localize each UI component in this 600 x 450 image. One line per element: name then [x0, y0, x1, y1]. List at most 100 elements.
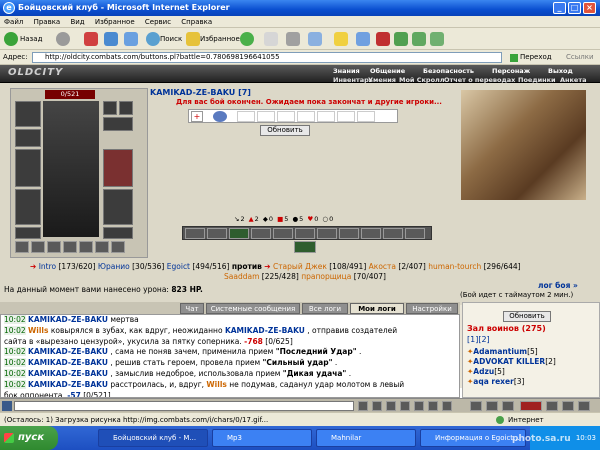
nav-security[interactable]: Безопасность [423, 67, 474, 75]
skill-icon[interactable] [251, 228, 271, 239]
send-icon[interactable] [358, 401, 368, 411]
active-skill-icon[interactable] [294, 241, 316, 253]
empty-slot[interactable] [277, 111, 295, 122]
skill-icon[interactable] [383, 228, 403, 239]
menu-favorites[interactable]: Избранное [95, 18, 135, 26]
legs-slot[interactable] [103, 189, 133, 225]
item-slot[interactable] [31, 241, 45, 253]
item-slot[interactable] [63, 241, 77, 253]
player-name[interactable]: Wills [28, 326, 48, 335]
task-browser[interactable]: Бойцовский клуб - M... [98, 429, 208, 447]
search-icon[interactable] [146, 32, 160, 46]
team2-player-5[interactable]: прапорщица [301, 272, 351, 281]
boots-slot[interactable] [103, 227, 133, 239]
player-name[interactable]: Wills [206, 380, 226, 389]
shield-slot[interactable] [103, 149, 133, 187]
menu-icon[interactable] [546, 401, 558, 411]
maximize-icon[interactable]: □ [568, 2, 581, 14]
skill-icon[interactable] [317, 228, 337, 239]
skill-icon[interactable] [229, 228, 249, 239]
add-icon[interactable]: + [191, 111, 203, 122]
favorites-button[interactable]: Избранное [200, 31, 240, 47]
belt-slot[interactable] [15, 227, 41, 239]
skill-icon[interactable] [273, 228, 293, 239]
list-item[interactable]: ✦ADVOKAT KILLER[2] [467, 357, 556, 367]
messenger-icon[interactable] [334, 32, 348, 46]
menu-icon[interactable] [470, 401, 482, 411]
helmet-slot[interactable] [15, 101, 41, 127]
links-button[interactable]: Ссылки [566, 50, 594, 65]
hall-pages[interactable]: [1][2] [467, 335, 490, 344]
go-arrow-icon[interactable] [510, 54, 518, 62]
address-input[interactable]: http://oldcity.combats.com/buttons.pl?ba… [32, 52, 502, 63]
skill-icon[interactable] [207, 228, 227, 239]
magic-icon[interactable] [213, 111, 227, 122]
team2-player-4[interactable]: Saaddam [224, 272, 259, 281]
menu-icon[interactable] [502, 401, 514, 411]
item-slot[interactable] [111, 241, 125, 253]
skill-icon[interactable] [185, 228, 205, 239]
team2-player-3[interactable]: human-tourch [428, 262, 481, 271]
nav-social[interactable]: Общение [370, 67, 405, 75]
player-name[interactable]: KAMIKAD-ZE-BAKU [28, 315, 108, 324]
ring-slot-1[interactable] [103, 101, 117, 115]
empty-slot[interactable] [357, 111, 375, 122]
amulet-slot[interactable] [15, 129, 41, 147]
empty-slot[interactable] [237, 111, 255, 122]
start-button[interactable]: пуск [0, 426, 58, 450]
smiles-icon[interactable] [400, 401, 410, 411]
menu-icon[interactable] [578, 401, 590, 411]
back-arrow-icon[interactable] [4, 32, 18, 46]
player-name[interactable]: KAMIKAD-ZE-BAKU [28, 347, 108, 356]
nav-character[interactable]: Персонаж [492, 67, 530, 75]
stop-icon[interactable] [84, 32, 98, 46]
item-slot[interactable] [47, 241, 61, 253]
weapon-slot[interactable] [15, 149, 41, 187]
task-info[interactable]: Информация о Egoict... [420, 429, 526, 447]
list-item[interactable]: ✦Adamantium[5] [467, 347, 556, 357]
player-name[interactable]: KAMIKAD-ZE-BAKU [28, 380, 108, 389]
forward-arrow-icon[interactable] [56, 32, 70, 46]
menu-help[interactable]: Справка [181, 18, 212, 26]
home-icon[interactable] [124, 32, 138, 46]
clear-icon[interactable] [372, 401, 382, 411]
refresh-icon[interactable] [104, 32, 118, 46]
menu-icon[interactable] [486, 401, 498, 411]
menu-view[interactable]: Вид [70, 18, 84, 26]
char-name[interactable]: KAMIKAD-ZE-BAKU [150, 88, 235, 97]
flower-icon[interactable] [412, 32, 426, 46]
team1-player-3[interactable]: Egoict [167, 262, 190, 271]
armor-slot[interactable] [15, 189, 41, 225]
battle-log-link[interactable]: лог боя » [538, 281, 578, 290]
translit-icon[interactable] [414, 401, 424, 411]
list-item[interactable]: ✦Adzu[5] [467, 367, 556, 377]
empty-slot[interactable] [297, 111, 315, 122]
item-slot[interactable] [95, 241, 109, 253]
menu-file[interactable]: Файл [4, 18, 23, 26]
refresh-list-button[interactable]: Обновить [503, 311, 551, 322]
chat-icon[interactable] [2, 401, 12, 411]
menu-tools[interactable]: Сервис [145, 18, 171, 26]
list-item[interactable]: ✦aqa rexer[3] [467, 377, 556, 387]
empty-slot[interactable] [337, 111, 355, 122]
empty-slot[interactable] [257, 111, 275, 122]
ring-slot-2[interactable] [119, 101, 133, 115]
print-icon[interactable] [286, 32, 300, 46]
minimize-icon[interactable]: _ [553, 2, 566, 14]
filter-icon[interactable] [386, 401, 396, 411]
skill-icon[interactable] [361, 228, 381, 239]
task-mp3[interactable]: Mp3 [212, 429, 312, 447]
empty-slot[interactable] [317, 111, 335, 122]
tab-all-logs[interactable]: Все логи [302, 303, 348, 314]
player-name[interactable]: KAMIKAD-ZE-BAKU [28, 358, 108, 367]
refresh-battle-button[interactable]: Обновить [260, 125, 310, 136]
favorites-star-icon[interactable] [186, 32, 200, 46]
search-button[interactable]: Поиск [160, 31, 182, 47]
tab-chat[interactable]: Чат [180, 303, 204, 314]
menu-edit[interactable]: Правка [34, 18, 61, 26]
history-icon[interactable] [240, 32, 254, 46]
chat-input[interactable] [14, 401, 354, 411]
team2-player-1[interactable]: Старый Джек [273, 262, 327, 271]
item-slot[interactable] [15, 241, 29, 253]
back-button[interactable]: Назад [20, 31, 42, 47]
